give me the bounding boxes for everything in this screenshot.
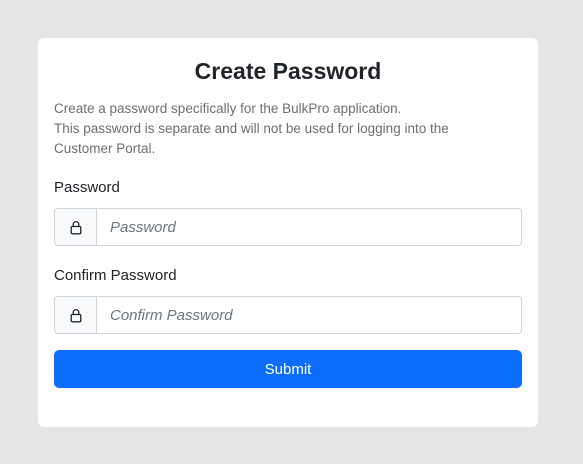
password-input-group xyxy=(54,208,522,246)
password-label: Password xyxy=(54,179,120,196)
description-line: This password is separate and will not b… xyxy=(54,121,449,136)
lock-icon xyxy=(54,296,96,334)
description-line: Customer Portal. xyxy=(54,141,156,156)
confirm-password-input-group xyxy=(54,296,522,334)
confirm-password-label: Confirm Password xyxy=(54,267,177,284)
password-input[interactable] xyxy=(96,208,522,246)
description-line: Create a password specifically for the B… xyxy=(54,101,402,116)
submit-button[interactable]: Submit xyxy=(54,350,522,388)
confirm-password-input[interactable] xyxy=(96,296,522,334)
page-title: Create Password xyxy=(194,58,382,84)
create-password-card: Create Password Create a password specif… xyxy=(38,38,538,427)
lock-icon xyxy=(54,208,96,246)
description: Create a password specifically for the B… xyxy=(54,99,522,159)
